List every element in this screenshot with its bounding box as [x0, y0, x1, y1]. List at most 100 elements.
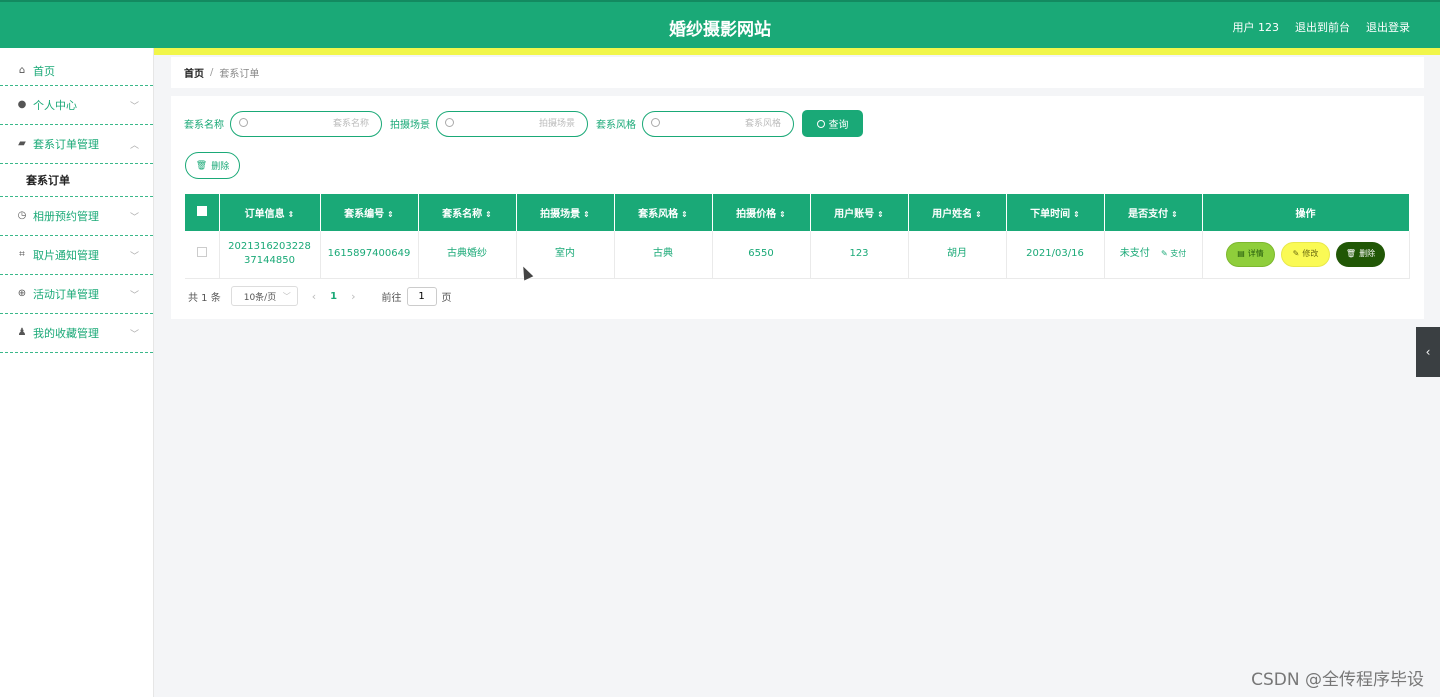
sidebar-subitem-package-order[interactable]: 套系订单: [0, 164, 153, 197]
crop-icon: ⌗: [19, 249, 25, 260]
sidebar-item-label: 个人中心: [33, 99, 77, 112]
table-row: 202131620322837144850 1615897400649 古典婚纱…: [185, 231, 1410, 279]
cell-account: 123: [810, 231, 909, 279]
page-suffix: 页: [441, 292, 452, 304]
header-accent-stripe: [0, 48, 1440, 55]
logout-link[interactable]: 退出登录: [1366, 19, 1410, 35]
style-input[interactable]: [643, 111, 793, 136]
next-page-icon[interactable]: ›: [351, 290, 355, 303]
search-icon: [816, 119, 825, 128]
sort-icon: ⇕: [583, 210, 590, 219]
sidebar: ⌂ 首页 ● 个人中心 ﹀ ▰ 套系订单管理 ︿ 套系订单 ◷ 相册预约管理 ﹀…: [0, 48, 154, 697]
sort-icon: ⇕: [779, 210, 786, 219]
package-name-input[interactable]: [231, 111, 381, 136]
column-header[interactable]: 拍摄价格 ⇕: [712, 194, 811, 231]
detail-button[interactable]: ▤ 详情: [1226, 241, 1275, 267]
sort-icon: ⇕: [1073, 210, 1080, 219]
scene-field[interactable]: [436, 110, 588, 137]
user-icon: ●: [17, 99, 27, 110]
pagination: 共 1 条 10条/页 ﹀ ‹ 1 › 前往 页: [188, 286, 452, 306]
paid-status: 未支付: [1119, 248, 1150, 260]
goto-page-input[interactable]: [406, 286, 437, 306]
total-count: 共 1 条: [188, 292, 221, 304]
cell-package-name: 古典婚纱: [418, 231, 517, 279]
query-button-label: 查询: [828, 120, 849, 131]
watermark: CSDN @全传程序毕设: [1251, 670, 1424, 690]
scene-input[interactable]: [437, 111, 587, 136]
chevron-down-icon: ﹀: [129, 213, 139, 223]
edit-button[interactable]: ✎ 修改: [1281, 241, 1330, 267]
search-icon: [445, 117, 454, 127]
row-checkbox[interactable]: [185, 231, 220, 279]
doc-icon: ▤: [1237, 249, 1245, 259]
person-icon: ♟: [17, 327, 27, 338]
sidebar-item-label: 相册预约管理: [33, 210, 99, 223]
prev-page-icon[interactable]: ‹: [312, 290, 316, 303]
column-header[interactable]: 用户账号 ⇕: [810, 194, 909, 231]
sidebar-item-package-orders[interactable]: ▰ 套系订单管理 ︿: [0, 125, 153, 164]
folder-icon: ▰: [18, 138, 26, 149]
select-all-checkbox[interactable]: [185, 194, 220, 231]
breadcrumb-home[interactable]: 首页: [184, 65, 204, 80]
sort-icon: ⇕: [877, 210, 884, 219]
sort-icon: ⇕: [1171, 210, 1178, 219]
batch-delete-button[interactable]: 🗑 删除: [185, 152, 240, 179]
chevron-down-icon: ﹀: [129, 291, 139, 301]
column-header[interactable]: 拍摄场景 ⇕: [516, 194, 615, 231]
cell-package-no: 1615897400649: [320, 231, 419, 279]
style-label: 套系风格: [596, 120, 636, 131]
sidebar-item-album-booking[interactable]: ◷ 相册预约管理 ﹀: [0, 197, 153, 236]
pencil-icon: ✎: [1292, 249, 1300, 259]
column-header[interactable]: 套系名称 ⇕: [418, 194, 517, 231]
current-user: 用户 123: [1232, 21, 1280, 34]
column-header[interactable]: 是否支付 ⇕: [1104, 194, 1203, 231]
site-title: 婚纱摄影网站: [669, 20, 771, 40]
package-name-field[interactable]: [230, 110, 382, 137]
column-header[interactable]: 套系风格 ⇕: [614, 194, 713, 231]
home-icon: ⌂: [18, 64, 26, 76]
chevron-down-icon: ﹀: [129, 252, 139, 262]
goto-page: 前往 页: [382, 286, 452, 306]
orders-table: 订单信息 ⇕ 套系编号 ⇕ 套系名称 ⇕ 拍摄场景 ⇕ 套系风格 ⇕ 拍摄价格 ⇕ 用户账号…: [185, 194, 1410, 279]
cell-actions: ▤ 详情 ✎ 修改 🗑 删除: [1202, 231, 1410, 279]
sidebar-item-label: 首页: [33, 64, 55, 78]
breadcrumb: 首页 / 套系订单: [171, 57, 1424, 88]
sidebar-item-home[interactable]: ⌂ 首页: [0, 56, 153, 86]
page-number[interactable]: 1: [330, 291, 337, 302]
sidebar-item-activity-orders[interactable]: ⊕ 活动订单管理 ﹀: [0, 275, 153, 314]
table-header-row: 订单信息 ⇕ 套系编号 ⇕ 套系名称 ⇕ 拍摄场景 ⇕ 套系风格 ⇕ 拍摄价格 ⇕ 用户账号…: [185, 194, 1410, 231]
chevron-down-icon: ﹀: [129, 330, 139, 340]
cell-price: 6550: [712, 231, 811, 279]
sidebar-item-pickup-notice[interactable]: ⌗ 取片通知管理 ﹀: [0, 236, 153, 275]
page-size-select[interactable]: 10条/页 ﹀: [230, 286, 298, 306]
column-header[interactable]: 订单信息 ⇕: [219, 194, 321, 231]
sidebar-item-personal-center[interactable]: ● 个人中心 ﹀: [0, 86, 153, 125]
search-icon: [239, 117, 248, 127]
scene-label: 拍摄场景: [390, 120, 430, 131]
clock-icon: ◷: [17, 210, 27, 221]
sidebar-item-label: 活动订单管理: [33, 288, 99, 301]
column-header[interactable]: 下单时间 ⇕: [1006, 194, 1105, 231]
package-name-label: 套系名称: [184, 120, 224, 131]
breadcrumb-separator: /: [210, 67, 214, 78]
sort-icon: ⇕: [287, 210, 295, 219]
top-header: 婚纱摄影网站 用户 123 退出到前台 退出登录: [0, 0, 1440, 48]
column-header[interactable]: 用户姓名 ⇕: [908, 194, 1007, 231]
sort-icon: ⇕: [681, 210, 688, 219]
column-header[interactable]: 套系编号 ⇕: [320, 194, 419, 231]
breadcrumb-current: 套系订单: [219, 69, 260, 80]
sidebar-item-favorites[interactable]: ♟ 我的收藏管理 ﹀: [0, 314, 153, 353]
edit-icon: ✎: [1160, 249, 1168, 259]
style-field[interactable]: [642, 110, 794, 137]
sort-icon: ⇕: [387, 210, 394, 219]
chevron-down-icon: ﹀: [282, 292, 291, 301]
chevron-left-icon[interactable]: ‹: [1416, 327, 1440, 377]
cell-name: 胡月: [908, 231, 1007, 279]
chevron-down-icon: ﹀: [129, 102, 139, 112]
cell-paid: 未支付 ✎ 支付: [1104, 231, 1203, 279]
delete-button[interactable]: 🗑 删除: [1336, 241, 1385, 267]
back-to-front-link[interactable]: 退出到前台: [1295, 19, 1350, 35]
pay-link[interactable]: ✎ 支付: [1161, 249, 1186, 258]
query-button[interactable]: 查询: [802, 110, 863, 137]
sort-icon: ⇕: [975, 210, 982, 219]
